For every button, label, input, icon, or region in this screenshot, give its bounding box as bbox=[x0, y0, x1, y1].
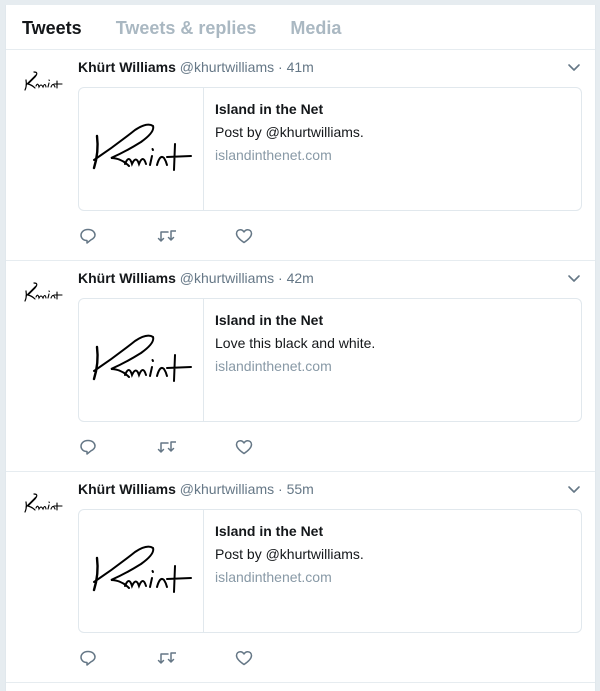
display-name[interactable]: Khürt Williams bbox=[78, 59, 176, 75]
display-name[interactable]: Khürt Williams bbox=[78, 481, 176, 497]
chevron-down-icon[interactable] bbox=[567, 482, 581, 493]
card-description: Love this black and white. bbox=[215, 335, 376, 351]
retweet-icon bbox=[157, 441, 176, 453]
reply-button[interactable] bbox=[78, 226, 156, 246]
link-card[interactable]: Island in the Net Post by @khurtwilliams… bbox=[78, 509, 582, 633]
tweet-header: Khürt Williams @khurtwilliams · 41m bbox=[78, 58, 583, 78]
retweet-icon bbox=[157, 230, 176, 242]
avatar[interactable] bbox=[22, 279, 66, 309]
signature-logo bbox=[92, 545, 192, 593]
tab-media[interactable]: Media bbox=[290, 18, 341, 49]
display-name[interactable]: Khürt Williams bbox=[78, 270, 176, 286]
separator-dot: · bbox=[278, 481, 283, 497]
tweet-header: Khürt Williams @khurtwilliams · 42m bbox=[78, 269, 583, 289]
reply-icon bbox=[80, 228, 96, 244]
chevron-down-icon[interactable] bbox=[567, 271, 581, 282]
signature-logo bbox=[92, 334, 192, 382]
tweet[interactable]: Khürt Williams @khurtwilliams · 55m Isla… bbox=[6, 472, 595, 683]
like-button[interactable] bbox=[234, 648, 312, 668]
user-handle[interactable]: @khurtwilliams bbox=[180, 270, 274, 286]
tab-tweets[interactable]: Tweets bbox=[22, 18, 82, 49]
reply-icon bbox=[80, 439, 96, 455]
tweet-list: Khürt Williams @khurtwilliams · 41m Isla… bbox=[6, 50, 595, 683]
link-card[interactable]: Island in the Net Love this black and wh… bbox=[78, 298, 582, 422]
avatar[interactable] bbox=[22, 68, 66, 98]
link-card[interactable]: Island in the Net Post by @khurtwilliams… bbox=[78, 87, 582, 211]
tweet-actions bbox=[78, 226, 312, 246]
card-image bbox=[79, 88, 204, 210]
signature-logo bbox=[92, 123, 192, 171]
like-button[interactable] bbox=[234, 226, 312, 246]
card-body: Island in the Net Post by @khurtwilliams… bbox=[204, 510, 375, 632]
tweet-actions bbox=[78, 437, 312, 457]
tweet[interactable]: Khürt Williams @khurtwilliams · 42m Isla… bbox=[6, 261, 595, 472]
user-handle[interactable]: @khurtwilliams bbox=[180, 59, 274, 75]
card-description: Post by @khurtwilliams. bbox=[215, 124, 364, 140]
card-body: Island in the Net Love this black and wh… bbox=[204, 299, 386, 421]
retweet-button[interactable] bbox=[156, 226, 234, 246]
separator-dot: · bbox=[278, 59, 283, 75]
card-description: Post by @khurtwilliams. bbox=[215, 546, 364, 562]
card-title: Island in the Net bbox=[215, 312, 324, 328]
tab-tweets-and-replies[interactable]: Tweets & replies bbox=[116, 18, 257, 49]
avatar[interactable] bbox=[22, 490, 66, 520]
card-body: Island in the Net Post by @khurtwilliams… bbox=[204, 88, 375, 210]
signature-logo bbox=[24, 493, 63, 513]
like-button[interactable] bbox=[234, 437, 312, 457]
tweet[interactable]: Khürt Williams @khurtwilliams · 41m Isla… bbox=[6, 50, 595, 261]
reply-icon bbox=[80, 650, 96, 666]
timestamp[interactable]: 41m bbox=[287, 59, 314, 75]
timestamp[interactable]: 55m bbox=[287, 481, 314, 497]
signature-logo bbox=[24, 282, 63, 302]
timestamp[interactable]: 42m bbox=[287, 270, 314, 286]
tweet-actions bbox=[78, 648, 312, 668]
card-image bbox=[79, 510, 204, 632]
profile-tabs: Tweets Tweets & replies Media bbox=[6, 5, 595, 50]
card-domain: islandinthenet.com bbox=[215, 358, 332, 374]
retweet-button[interactable] bbox=[156, 437, 234, 457]
heart-icon bbox=[235, 439, 253, 455]
signature-logo bbox=[24, 71, 63, 91]
card-title: Island in the Net bbox=[215, 101, 324, 117]
reply-button[interactable] bbox=[78, 437, 156, 457]
retweet-button[interactable] bbox=[156, 648, 234, 668]
separator-dot: · bbox=[278, 270, 283, 286]
card-image bbox=[79, 299, 204, 421]
retweet-icon bbox=[157, 652, 176, 664]
timeline: Tweets Tweets & replies Media Khürt Will… bbox=[5, 5, 596, 691]
card-domain: islandinthenet.com bbox=[215, 147, 332, 163]
heart-icon bbox=[235, 650, 253, 666]
chevron-down-icon[interactable] bbox=[567, 60, 581, 71]
card-domain: islandinthenet.com bbox=[215, 569, 332, 585]
tweet-header: Khürt Williams @khurtwilliams · 55m bbox=[78, 480, 583, 500]
heart-icon bbox=[235, 228, 253, 244]
reply-button[interactable] bbox=[78, 648, 156, 668]
card-title: Island in the Net bbox=[215, 523, 324, 539]
user-handle[interactable]: @khurtwilliams bbox=[180, 481, 274, 497]
